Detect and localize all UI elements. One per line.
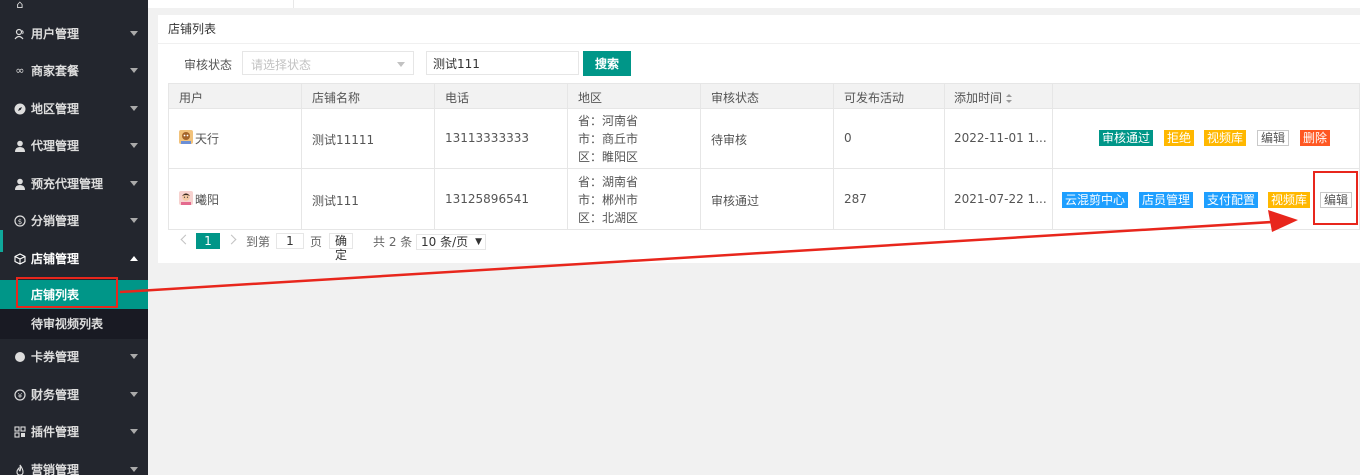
annotation-arrow-line [119, 220, 1273, 294]
annotation-arrow-head [1268, 210, 1298, 232]
annotation-arrow [119, 210, 1298, 294]
